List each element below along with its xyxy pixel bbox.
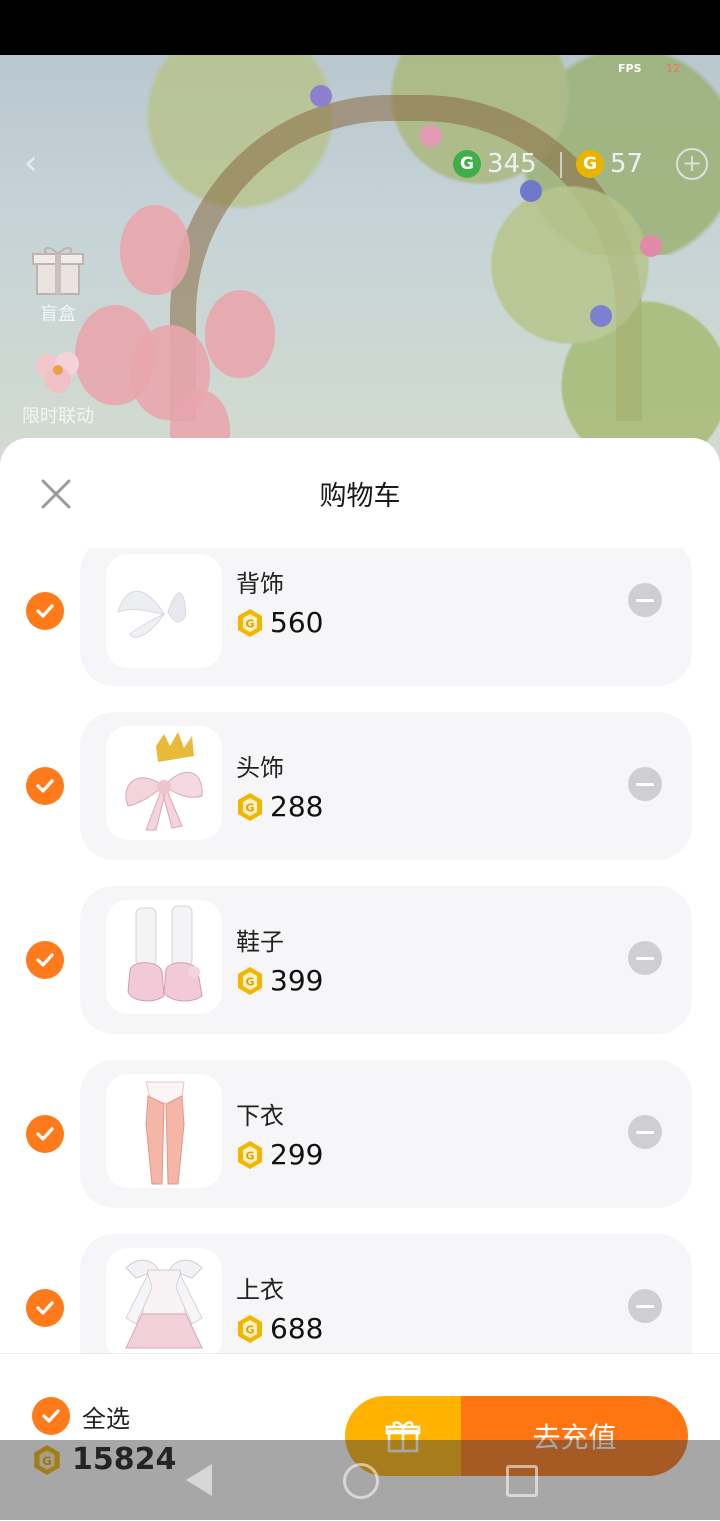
nav-recents-icon[interactable] [506, 1465, 538, 1497]
gold-currency: G 57 [576, 146, 643, 182]
cart-row-back-accessory: 背饰 G 560 [0, 548, 720, 696]
cart-item-list[interactable]: 背饰 G 560 头饰 G 288 鞋子 G 399 下衣 G 299 上衣 G… [0, 548, 720, 1354]
svg-text:G: G [245, 975, 254, 988]
gold-coin-icon: G [238, 608, 262, 637]
cart-row-top: 上衣 G 688 [0, 1234, 720, 1354]
gold-currency-value: 57 [610, 149, 644, 179]
cart-item-card[interactable]: 背饰 G 560 [80, 548, 692, 686]
currency-divider [560, 152, 562, 178]
select-all[interactable]: 全选 [32, 1397, 130, 1435]
green-g-coin-icon: G [453, 150, 481, 178]
cart-item-card[interactable]: 上衣 G 688 [80, 1234, 692, 1354]
item-price-value: 299 [270, 1138, 324, 1171]
gold-g-coin-icon: G [576, 150, 604, 178]
item-thumbnail-leggings [106, 1074, 222, 1188]
select-all-label: 全选 [82, 1404, 130, 1433]
gold-coin-icon: G [238, 1140, 262, 1169]
item-checkbox[interactable] [26, 1289, 64, 1327]
flower-icon [27, 344, 89, 400]
gold-coin-icon: G [238, 1314, 262, 1343]
item-checkbox[interactable] [26, 1115, 64, 1153]
select-all-checkbox[interactable] [32, 1397, 70, 1435]
item-price: G 299 [236, 1138, 323, 1171]
item-price-value: 688 [270, 1312, 324, 1345]
side-item-blind-box[interactable]: 盲盒 [16, 242, 100, 326]
item-price: G 288 [236, 790, 323, 823]
add-currency-icon[interactable]: + [676, 148, 708, 180]
svg-text:G: G [245, 801, 254, 814]
fps-value: 12 [666, 62, 680, 75]
cart-row-shoes: 鞋子 G 399 [0, 886, 720, 1034]
item-thumbnail-bow-crown [106, 726, 222, 840]
green-currency: G 345 [453, 146, 537, 182]
item-name: 鞋子 [236, 928, 284, 956]
remove-item-button[interactable] [628, 1289, 662, 1323]
cart-item-card[interactable]: 下衣 G 299 [80, 1060, 692, 1208]
item-checkbox[interactable] [26, 941, 64, 979]
fps-label: FPS [618, 62, 642, 75]
item-checkbox[interactable] [26, 767, 64, 805]
game-scene-background [0, 55, 720, 475]
gold-coin-icon: G [238, 966, 262, 995]
cart-row-bottoms: 下衣 G 299 [0, 1060, 720, 1208]
cart-item-card[interactable]: 鞋子 G 399 [80, 886, 692, 1034]
item-name: 背饰 [236, 570, 284, 598]
gift-box-icon [27, 242, 89, 298]
item-name: 头饰 [236, 754, 284, 782]
svg-text:G: G [245, 617, 254, 630]
svg-text:G: G [245, 1323, 254, 1336]
remove-item-button[interactable] [628, 941, 662, 975]
item-price: G 688 [236, 1312, 323, 1345]
side-item-label: 限时联动 [22, 406, 94, 427]
item-price-value: 288 [270, 790, 324, 823]
back-arrow-icon[interactable]: ‹ [24, 145, 52, 181]
cart-row-headwear: 头饰 G 288 [0, 712, 720, 860]
item-price-value: 399 [270, 964, 324, 997]
cart-item-card[interactable]: 头饰 G 288 [80, 712, 692, 860]
green-currency-value: 345 [487, 149, 537, 179]
item-price-value: 560 [270, 606, 324, 639]
item-name: 下衣 [236, 1102, 284, 1130]
item-price: G 560 [236, 606, 323, 639]
item-thumbnail-dress [106, 1248, 222, 1354]
side-item-limited-collab[interactable]: 限时联动 [16, 344, 100, 428]
nav-back-icon[interactable] [186, 1464, 212, 1496]
remove-item-button[interactable] [628, 1115, 662, 1149]
item-checkbox[interactable] [26, 592, 64, 630]
item-thumbnail-wings [106, 554, 222, 668]
item-price: G 399 [236, 964, 323, 997]
remove-item-button[interactable] [628, 767, 662, 801]
gold-coin-icon: G [238, 792, 262, 821]
item-thumbnail-shoes [106, 900, 222, 1014]
side-item-label: 盲盒 [40, 304, 76, 325]
nav-home-icon[interactable] [343, 1463, 379, 1499]
svg-text:G: G [245, 1149, 254, 1162]
item-name: 上衣 [236, 1276, 284, 1304]
remove-item-button[interactable] [628, 583, 662, 617]
cart-title: 购物车 [319, 481, 401, 512]
status-bar [0, 0, 720, 55]
